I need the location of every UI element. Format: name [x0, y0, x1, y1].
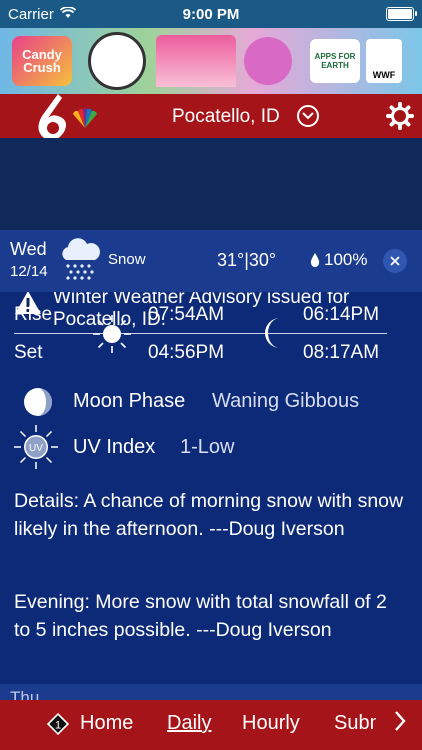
carrier-label: Carrier	[8, 5, 54, 23]
candy-crush-logo: Candy Crush	[12, 36, 72, 86]
battery-icon	[386, 7, 417, 21]
weather-alert[interactable]: Winter Weather Advisory issued for Pocat…	[0, 138, 422, 330]
castle-image	[156, 35, 236, 87]
moon-phase-label: Moon Phase	[73, 390, 186, 412]
set-label: Set	[14, 342, 43, 363]
close-icon	[390, 256, 400, 266]
tab-daily[interactable]: Daily	[167, 712, 211, 735]
snow-cloud-icon	[62, 238, 100, 280]
day-name: Wed	[10, 239, 47, 259]
channel-6-logo	[38, 94, 66, 140]
precip-value: 100%	[324, 250, 368, 269]
moon-phase-icon	[24, 388, 52, 416]
home-number-icon[interactable]: 1	[47, 713, 69, 735]
panda-image	[88, 32, 146, 90]
moonset-time: 08:17AM	[303, 342, 380, 363]
tab-submit[interactable]: Submit	[334, 712, 376, 735]
next-day-row[interactable]: Thu	[0, 684, 422, 700]
day-condition: Snow	[108, 251, 146, 268]
sunset-time: 04:56PM	[148, 342, 225, 363]
home-number-text: 1	[55, 719, 61, 731]
rise-label: Rise	[14, 304, 53, 325]
day-temperatures: 31°|30°	[217, 250, 277, 270]
day-date: 12/14	[10, 263, 48, 280]
next-day-name: Thu	[10, 688, 40, 700]
uv-index-icon: UV	[14, 425, 58, 469]
moon-icon	[265, 318, 280, 348]
nbc-peacock-logo	[73, 108, 97, 128]
raindrop-icon	[310, 253, 320, 267]
creature-image	[244, 37, 292, 85]
forecast-details: Details: A chance of morning snow with s…	[14, 490, 404, 540]
close-button[interactable]	[383, 249, 407, 273]
status-bar: Carrier 9:00 PM	[0, 0, 422, 28]
wwf-logo: WWF	[366, 39, 402, 83]
ad-banner[interactable]: Candy Crush APPS FOR EARTH WWF	[0, 28, 422, 94]
apps-for-earth-logo: APPS FOR EARTH	[310, 39, 360, 83]
moonrise-time: 06:14PM	[303, 304, 380, 325]
sun-icon	[93, 315, 131, 353]
location-name[interactable]: Pocatello, ID	[172, 106, 280, 128]
forecast-evening: Evening: More snow with total snowfall o…	[14, 591, 387, 641]
uv-index-label: UV Index	[73, 436, 156, 458]
horizon-line	[14, 333, 387, 334]
moon-phase-value: Waning Gibbous	[212, 390, 360, 412]
gear-icon[interactable]	[386, 102, 414, 130]
tab-home[interactable]: Home	[80, 712, 133, 735]
location-chevron-down-icon[interactable]	[297, 105, 319, 127]
uv-index-value: 1-Low	[180, 436, 235, 458]
uv-icon-text: UV	[29, 443, 43, 454]
sunrise-time: 07:54AM	[148, 304, 225, 325]
wifi-icon	[59, 5, 76, 23]
chevron-right-icon[interactable]	[393, 710, 407, 732]
precip-chance: 100%	[310, 250, 367, 270]
tab-hourly[interactable]: Hourly	[242, 712, 300, 735]
